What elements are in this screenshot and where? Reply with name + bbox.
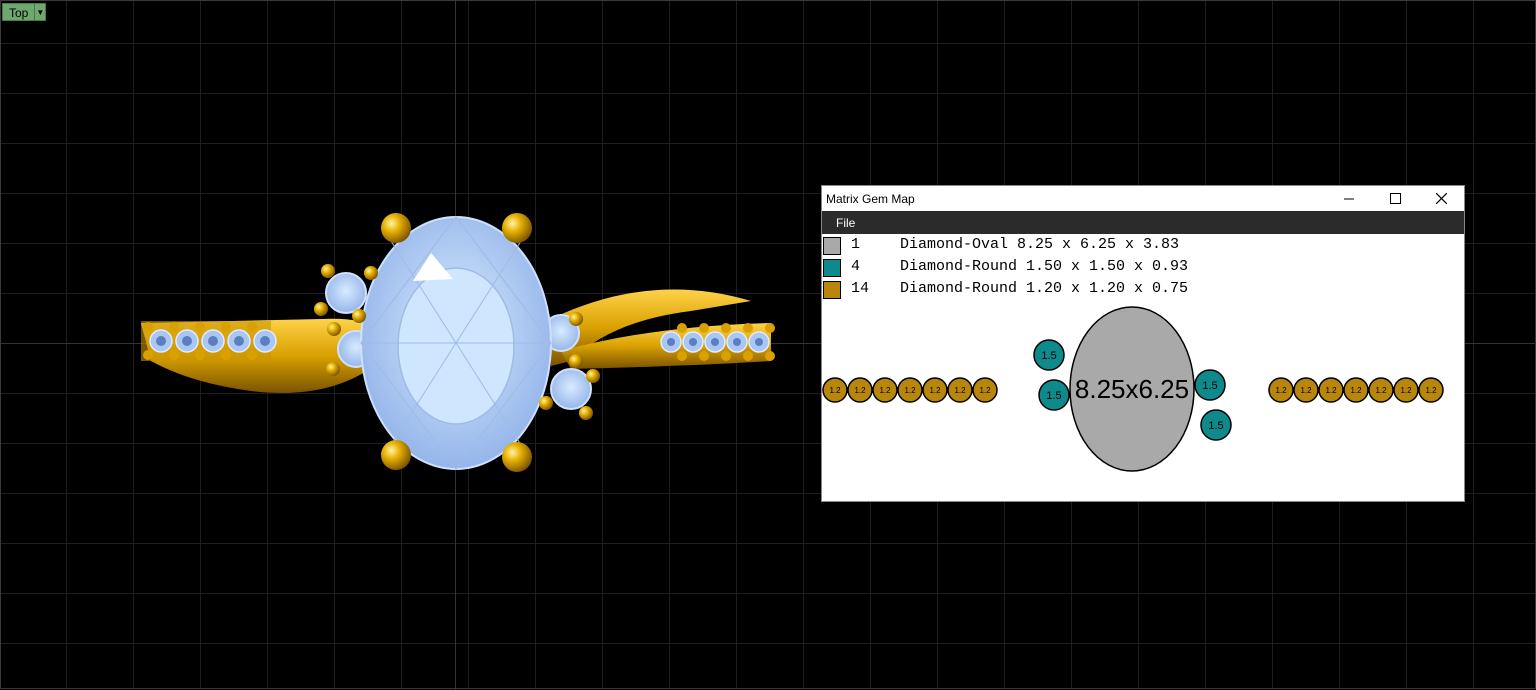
legend-count: 14: [851, 280, 870, 297]
view-label[interactable]: Top: [2, 3, 36, 21]
window-titlebar[interactable]: Matrix Gem Map: [822, 186, 1464, 211]
small-gem-label: 1.2: [1325, 386, 1337, 395]
small-gem-label: 1.2: [954, 386, 966, 395]
legend-count: 4: [851, 258, 861, 275]
legend-description: Diamond-Round 1.20 x 1.20 x 0.75: [900, 280, 1189, 297]
small-gem-label: 1.2: [829, 386, 841, 395]
view-selector[interactable]: Top ▼: [2, 3, 47, 21]
menu-file[interactable]: File: [822, 216, 869, 230]
small-gem-label: 1.2: [1275, 386, 1287, 395]
accent-gem-label: 1.5: [1202, 380, 1217, 392]
small-gem-label: 1.2: [879, 386, 891, 395]
small-gem-label: 1.2: [1425, 386, 1437, 395]
ring-shank-right: [551, 289, 771, 369]
legend-swatch: [823, 259, 841, 277]
accent-gem-label: 1.5: [1041, 350, 1056, 362]
small-gem-label: 1.2: [1350, 386, 1362, 395]
minimize-icon[interactable]: [1326, 186, 1372, 211]
legend-description: Diamond-Round 1.50 x 1.50 x 0.93: [900, 258, 1189, 275]
accent-gem-label: 1.5: [1046, 390, 1061, 402]
center-oval-diamond: [360, 216, 552, 470]
legend-swatch: [823, 237, 841, 255]
small-gem-label: 1.2: [854, 386, 866, 395]
ring-model[interactable]: [131, 201, 781, 481]
legend-row: 14 Diamond-Round 1.20 x 1.20 x 0.75: [822, 280, 1242, 302]
legend-row: 1 Diamond-Oval 8.25 x 6.25 x 3.83: [822, 236, 1242, 258]
oval-gem-label: 8.25x6.25: [1075, 374, 1189, 404]
legend-row: 4 Diamond-Round 1.50 x 1.50 x 0.93: [822, 258, 1242, 280]
small-gem-label: 1.2: [979, 386, 991, 395]
gem-map-diagram: 8.25x6.25 1.5 1.5 1.5 1.5 1.2 1.2 1.2 1.2 1.2 1.2 1…: [822, 306, 1444, 472]
legend-description: Diamond-Oval 8.25 x 6.25 x 3.83: [900, 236, 1180, 253]
window-title: Matrix Gem Map: [826, 191, 915, 206]
small-gem-label: 1.2: [904, 386, 916, 395]
small-gem-label: 1.2: [929, 386, 941, 395]
small-gem-label: 1.2: [1400, 386, 1412, 395]
accent-gem-label: 1.5: [1208, 420, 1223, 432]
legend-swatch: [823, 281, 841, 299]
maximize-icon[interactable]: [1372, 186, 1418, 211]
small-gem-label: 1.2: [1375, 386, 1387, 395]
gem-map-window[interactable]: Matrix Gem Map File 1 Diamond-Oval 8.25 …: [822, 186, 1464, 501]
legend-count: 1: [851, 236, 861, 253]
close-icon[interactable]: [1418, 186, 1464, 211]
chevron-down-icon[interactable]: ▼: [35, 3, 47, 21]
small-gem-label: 1.2: [1300, 386, 1312, 395]
menu-bar: File: [822, 211, 1464, 234]
